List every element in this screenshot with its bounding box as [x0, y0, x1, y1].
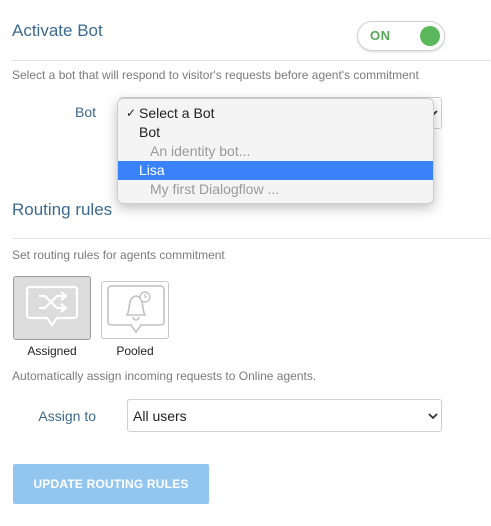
- optgroup-label: Bot: [139, 124, 161, 140]
- option-label: Lisa: [139, 162, 165, 178]
- assign-to-select[interactable]: All users: [127, 399, 442, 432]
- bot-optgroup-bot: Bot: [118, 123, 433, 142]
- bot-option-first-dialogflow: My first Dialogflow ...: [118, 180, 433, 199]
- assign-to-label: Assign to: [38, 408, 96, 424]
- checkmark-icon: ✓: [126, 106, 137, 120]
- toggle-state-label: ON: [370, 28, 391, 43]
- routing-mode-pooled-label: Pooled: [116, 344, 154, 358]
- option-label: Select a Bot: [139, 105, 215, 121]
- routing-rules-divider: [12, 238, 490, 239]
- option-label: My first Dialogflow ...: [150, 181, 280, 197]
- assign-to-value: All users: [133, 408, 187, 424]
- bot-select-dropdown[interactable]: ✓ Select a Bot Bot An identity bot... Li…: [117, 98, 434, 204]
- activate-bot-divider: [12, 60, 490, 61]
- routing-rules-description: Set routing rules for agents commitment: [12, 248, 225, 262]
- routing-rules-title: Routing rules: [12, 200, 113, 219]
- routing-mode-pooled[interactable]: [101, 281, 169, 339]
- routing-mode-assigned-label: Assigned: [27, 344, 77, 358]
- bot-label: Bot: [74, 104, 96, 120]
- chevron-down-icon: [428, 412, 438, 420]
- activate-bot-title: Activate Bot: [12, 21, 103, 40]
- bell-clock-chat-icon: [105, 284, 167, 339]
- activate-bot-description: Select a bot that will respond to visito…: [12, 68, 419, 82]
- update-routing-rules-button[interactable]: UPDATE ROUTING RULES: [13, 464, 209, 504]
- shuffle-chat-icon: [24, 283, 80, 336]
- routing-mode-description: Automatically assign incoming requests t…: [12, 369, 317, 383]
- bot-option-lisa[interactable]: Lisa: [118, 161, 433, 180]
- bot-option-select-a-bot[interactable]: ✓ Select a Bot: [118, 104, 433, 123]
- option-label: An identity bot...: [150, 143, 251, 159]
- toggle-knob: [420, 26, 440, 46]
- activate-bot-toggle[interactable]: ON: [357, 21, 445, 51]
- routing-mode-assigned[interactable]: [13, 276, 91, 340]
- bot-option-identity-bot: An identity bot...: [118, 142, 433, 161]
